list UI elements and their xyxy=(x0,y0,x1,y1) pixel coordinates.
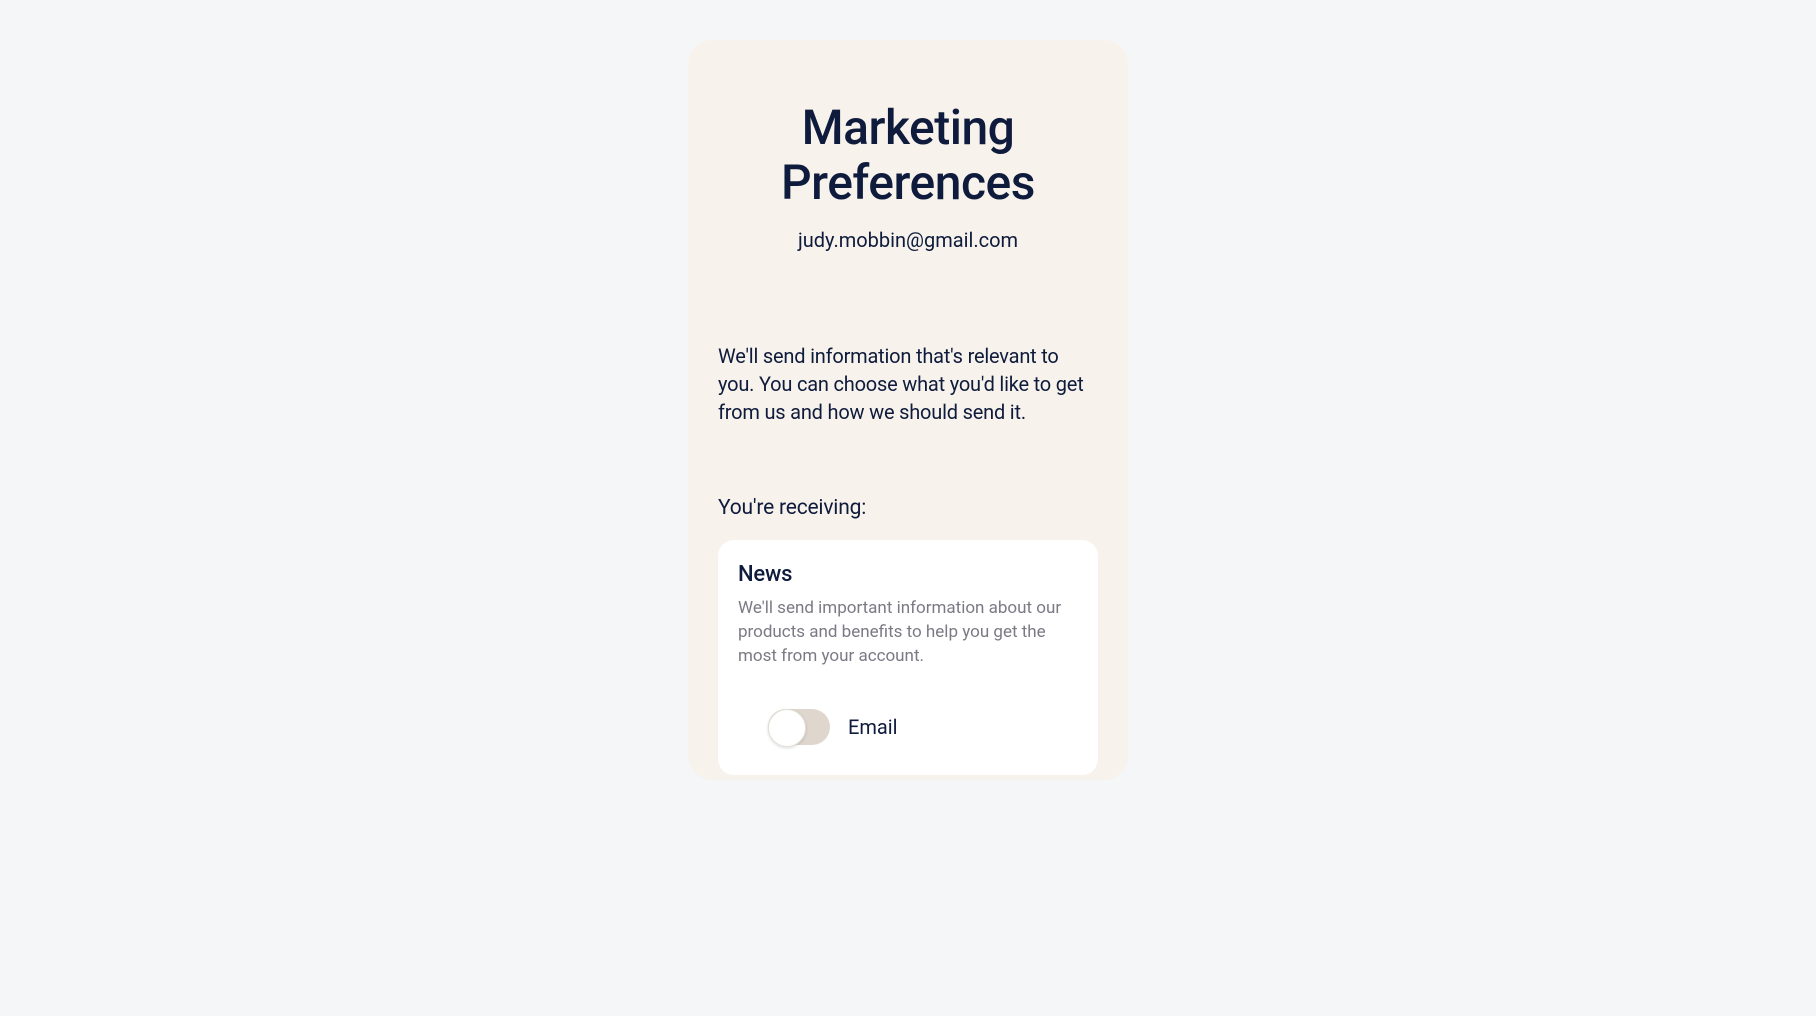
preference-item-news: News We'll send important information ab… xyxy=(718,540,1098,774)
preference-title: News xyxy=(738,562,1078,587)
user-email: judy.mobbin@gmail.com xyxy=(718,228,1098,252)
email-toggle[interactable] xyxy=(768,709,830,745)
preferences-card: Marketing Preferences judy.mobbin@gmail.… xyxy=(688,40,1128,780)
toggle-row: Email xyxy=(768,709,1078,745)
page-title: Marketing Preferences xyxy=(718,100,1098,210)
section-label: You're receiving: xyxy=(718,496,1098,520)
preference-description: We'll send important information about o… xyxy=(738,597,1078,668)
page-description: We'll send information that's relevant t… xyxy=(718,342,1098,426)
toggle-label-email: Email xyxy=(848,715,898,739)
